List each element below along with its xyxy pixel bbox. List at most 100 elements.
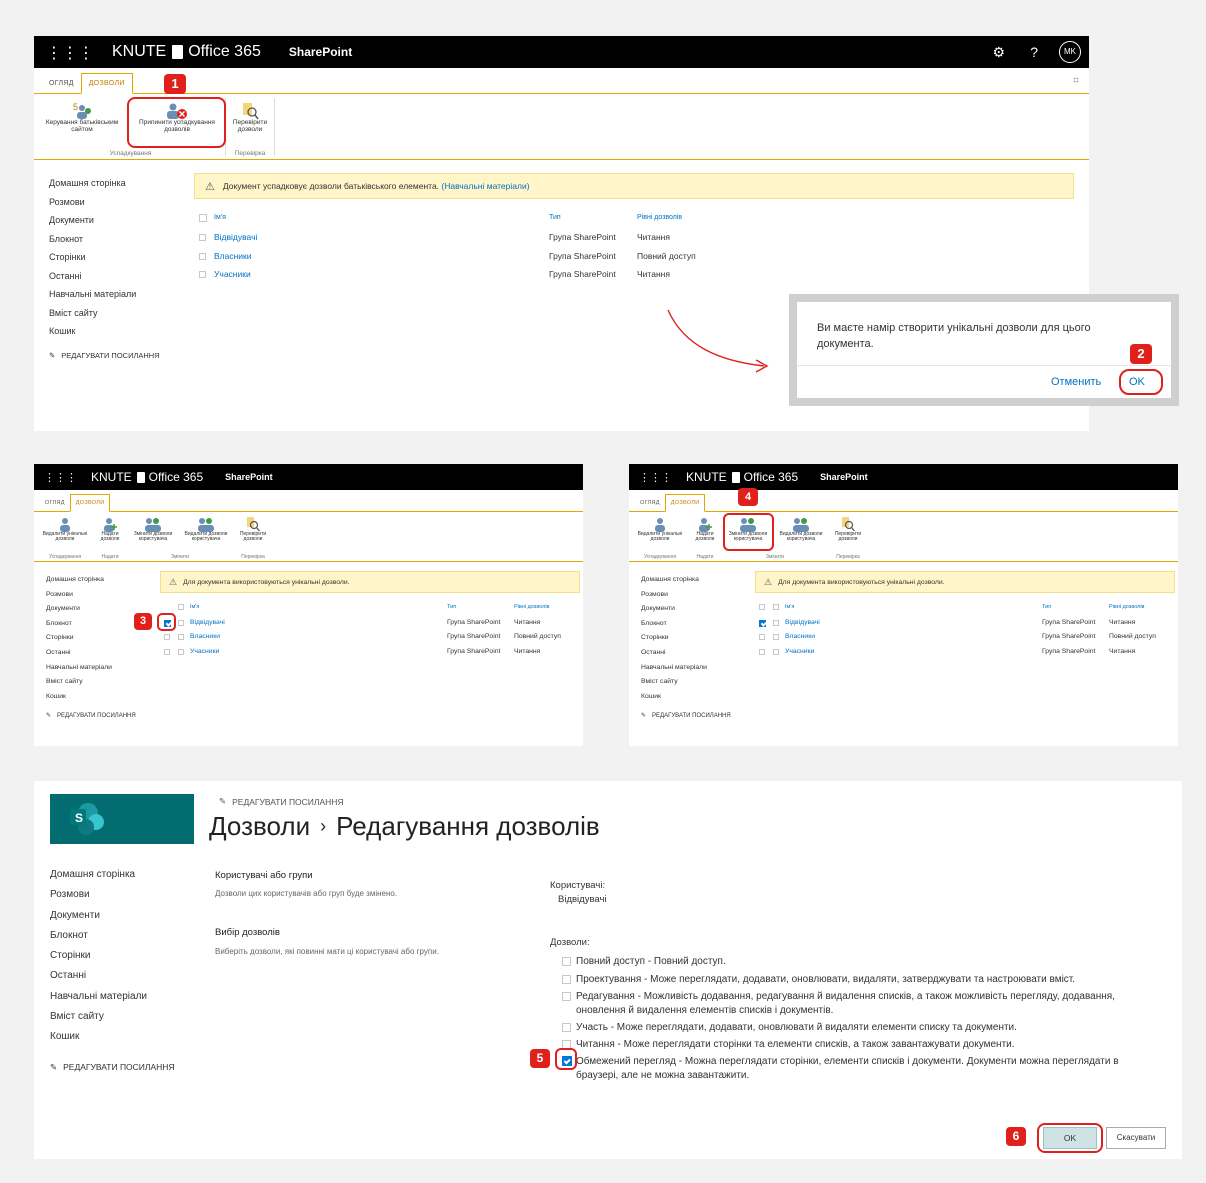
- col-type[interactable]: Тип: [549, 214, 561, 221]
- nav-conversations[interactable]: Розмови: [50, 889, 175, 909]
- col-name[interactable]: Ім'я: [190, 604, 199, 610]
- brand[interactable]: KNUTE Office 365: [112, 43, 261, 61]
- row-checkbox-secondary[interactable]: [773, 634, 779, 640]
- col-level[interactable]: Рівні дозволів: [514, 604, 549, 610]
- permission-checkbox[interactable]: [562, 992, 571, 1001]
- row-checkbox[interactable]: [759, 619, 766, 627]
- tab-overview[interactable]: ОГЛЯД: [42, 74, 81, 93]
- nav-learning[interactable]: Навчальні матеріали: [46, 664, 136, 679]
- row-checkbox[interactable]: [199, 234, 206, 241]
- nav-home[interactable]: Домашня сторінка: [46, 576, 136, 591]
- nav-documents[interactable]: Документи: [49, 215, 160, 234]
- row-checkbox-secondary[interactable]: [178, 619, 184, 626]
- col-level[interactable]: Рівні дозволів: [637, 214, 682, 221]
- help-icon[interactable]: ?: [1030, 44, 1038, 60]
- nav-recent[interactable]: Останні: [46, 649, 136, 664]
- nav-recent[interactable]: Останні: [641, 649, 731, 664]
- group-name[interactable]: Учасники: [190, 648, 219, 655]
- nav-documents[interactable]: Документи: [641, 605, 731, 620]
- permission-checkbox[interactable]: [562, 1023, 571, 1032]
- group-name[interactable]: Відвідувачі: [190, 619, 225, 626]
- app-launcher-icon[interactable]: ⋮⋮⋮: [46, 43, 94, 62]
- permission-checkbox[interactable]: [562, 975, 571, 984]
- row-checkbox[interactable]: [164, 648, 170, 655]
- row-checkbox[interactable]: [199, 252, 206, 260]
- cancel-button[interactable]: Скасувати: [1106, 1127, 1166, 1149]
- table-row[interactable]: Учасники Група SharePoint Читання: [759, 647, 1174, 662]
- table-row[interactable]: Відвідувачі Група SharePoint Читання: [759, 618, 1174, 633]
- col-level[interactable]: Рівні дозволів: [1109, 604, 1144, 610]
- check-permissions-button[interactable]: Перевірити дозволи: [829, 516, 867, 543]
- nav-learning[interactable]: Навчальні матеріали: [50, 991, 175, 1011]
- edit-links-top[interactable]: ✎ РЕДАГУВАТИ ПОСИЛАННЯ: [219, 796, 344, 807]
- tab-overview[interactable]: ОГЛЯД: [635, 495, 665, 511]
- nav-pages[interactable]: Сторінки: [50, 950, 175, 970]
- delete-unique-button[interactable]: Видалити унікальні дозволи: [631, 516, 689, 543]
- select-all-checkbox[interactable]: [759, 604, 765, 610]
- remove-user-button[interactable]: Видалити дозволи користувача: [775, 516, 827, 543]
- avatar[interactable]: MK: [1059, 41, 1081, 63]
- row-checkbox[interactable]: [759, 648, 765, 655]
- remove-user-button[interactable]: Видалити дозволи користувача: [180, 516, 232, 543]
- group-name[interactable]: Відвідувачі: [785, 619, 820, 626]
- group-name[interactable]: Власники: [190, 633, 220, 640]
- nav-site-contents[interactable]: Вміст сайту: [49, 308, 160, 327]
- nav-home[interactable]: Домашня сторінка: [49, 178, 160, 197]
- focus-mode-icon[interactable]: ⌗: [1073, 75, 1079, 88]
- tab-permissions[interactable]: ДОЗВОЛИ: [80, 73, 133, 94]
- tab-permissions[interactable]: ДОЗВОЛИ: [664, 494, 706, 512]
- manage-parent-button[interactable]: 5 Керування батьківським сайтом: [36, 102, 128, 134]
- nav-pages[interactable]: Сторінки: [46, 634, 136, 649]
- tab-permissions[interactable]: ДОЗВОЛИ: [69, 494, 111, 512]
- table-row[interactable]: Власники Група SharePoint Повний доступ: [199, 249, 899, 268]
- nav-home[interactable]: Домашня сторінка: [50, 869, 175, 889]
- nav-notebook[interactable]: Блокнот: [50, 930, 175, 950]
- nav-notebook[interactable]: Блокнот: [46, 620, 136, 635]
- select-all-checkbox-secondary[interactable]: [773, 604, 779, 610]
- nav-site-contents[interactable]: Вміст сайту: [50, 1011, 175, 1031]
- nav-site-contents[interactable]: Вміст сайту: [46, 678, 136, 693]
- permission-checkbox[interactable]: [562, 957, 571, 966]
- nav-conversations[interactable]: Розмови: [49, 197, 160, 216]
- nav-conversations[interactable]: Розмови: [641, 591, 731, 606]
- table-row[interactable]: Учасники Група SharePoint Читання: [164, 647, 584, 662]
- row-checkbox-secondary[interactable]: [178, 648, 184, 655]
- check-permissions-button[interactable]: Перевірити дозволи: [234, 516, 272, 543]
- banner-link[interactable]: (Навчальні матеріали): [441, 181, 529, 191]
- edit-user-button[interactable]: Змінити дозволи користувача: [128, 516, 178, 543]
- nav-conversations[interactable]: Розмови: [46, 591, 136, 606]
- group-name[interactable]: Учасники: [785, 648, 814, 655]
- edit-links[interactable]: ✎ РЕДАГУВАТИ ПОСИЛАННЯ: [50, 1062, 175, 1073]
- brand[interactable]: KNUTE Office 365: [686, 470, 798, 484]
- table-row[interactable]: Відвідувачі Група SharePoint Читання: [199, 230, 899, 249]
- group-name[interactable]: Власники: [785, 633, 815, 640]
- row-checkbox-secondary[interactable]: [773, 619, 779, 626]
- row-checkbox-secondary[interactable]: [178, 634, 184, 640]
- app-name[interactable]: SharePoint: [820, 472, 868, 482]
- nav-recent[interactable]: Останні: [50, 970, 175, 990]
- row-checkbox[interactable]: [164, 634, 170, 640]
- group-name[interactable]: Відвідувачі: [214, 232, 257, 242]
- nav-pages[interactable]: Сторінки: [641, 634, 731, 649]
- col-type[interactable]: Тип: [1042, 604, 1051, 610]
- table-row[interactable]: Власники Група SharePoint Повний доступ: [759, 632, 1174, 647]
- nav-recycle-bin[interactable]: Кошик: [49, 326, 160, 345]
- title-main[interactable]: Дозволи: [209, 811, 310, 842]
- nav-learning[interactable]: Навчальні матеріали: [641, 664, 731, 679]
- row-checkbox[interactable]: [199, 271, 206, 278]
- grant-button[interactable]: Надати дозволи: [691, 516, 719, 543]
- col-name[interactable]: Ім'я: [785, 604, 794, 610]
- nav-recycle-bin[interactable]: Кошик: [641, 693, 731, 708]
- nav-documents[interactable]: Документи: [50, 910, 175, 930]
- select-all-checkbox[interactable]: [199, 214, 207, 222]
- row-checkbox[interactable]: [759, 634, 765, 640]
- col-name[interactable]: Ім'я: [214, 214, 226, 221]
- table-row[interactable]: Відвідувачі Група SharePoint Читання: [164, 618, 584, 633]
- tab-overview[interactable]: ОГЛЯД: [40, 495, 70, 511]
- app-name[interactable]: SharePoint: [289, 45, 352, 59]
- group-name[interactable]: Учасники: [214, 269, 251, 279]
- nav-recycle-bin[interactable]: Кошик: [46, 693, 136, 708]
- app-name[interactable]: SharePoint: [225, 472, 273, 482]
- group-name[interactable]: Власники: [214, 251, 252, 261]
- brand[interactable]: KNUTE Office 365: [91, 470, 203, 484]
